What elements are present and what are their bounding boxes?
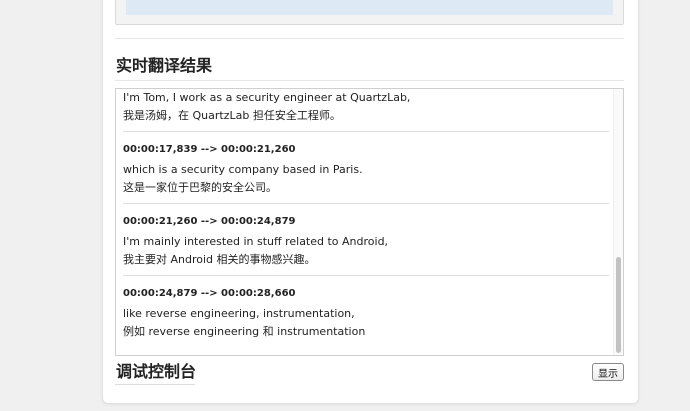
show-console-button[interactable]: 显示 [592,363,624,381]
translated-text: 我主要对 Android 相关的事物感兴趣。 [123,253,316,266]
source-text: I'm mainly interested in stuff related t… [123,235,389,248]
results-scrollbar[interactable] [613,89,623,355]
translated-text: 这是一家位于巴黎的安全公司。 [123,181,277,194]
results-list: I'm Tom, I work as a security engineer a… [123,89,609,347]
list-item: I'm Tom, I work as a security engineer a… [123,89,609,132]
source-text: I'm Tom, I work as a security engineer a… [123,91,411,104]
translated-text: 我是汤姆，在 QuartzLab 担任安全工程师。 [123,109,341,122]
source-text: like reverse engineering, instrumentatio… [123,307,355,320]
source-text: which is a security company based in Par… [123,163,363,176]
scrollbar-thumb[interactable] [616,257,621,353]
list-item: 00:00:24,879 --> 00:00:28,660 like rever… [123,276,609,347]
list-item: 00:00:21,260 --> 00:00:24,879 I'm mainly… [123,204,609,276]
translation-results-panel[interactable]: I'm Tom, I work as a security engineer a… [115,88,624,356]
upper-panel-content [126,0,613,15]
debug-console-title: 调试控制台 [116,362,197,381]
title-divider [115,80,624,81]
realtime-translation-title: 实时翻译结果 [116,56,213,75]
list-item: 00:00:17,839 --> 00:00:21,260 which is a… [123,132,609,204]
upper-panel [115,0,624,25]
debug-title-underline [115,384,195,385]
translated-text: 例如 reverse engineering 和 instrumentation [123,325,366,338]
timestamp: 00:00:17,839 --> 00:00:21,260 [123,144,296,155]
timestamp: 00:00:21,260 --> 00:00:24,879 [123,216,296,227]
section-divider [115,38,624,39]
timestamp: 00:00:24,879 --> 00:00:28,660 [123,288,296,299]
